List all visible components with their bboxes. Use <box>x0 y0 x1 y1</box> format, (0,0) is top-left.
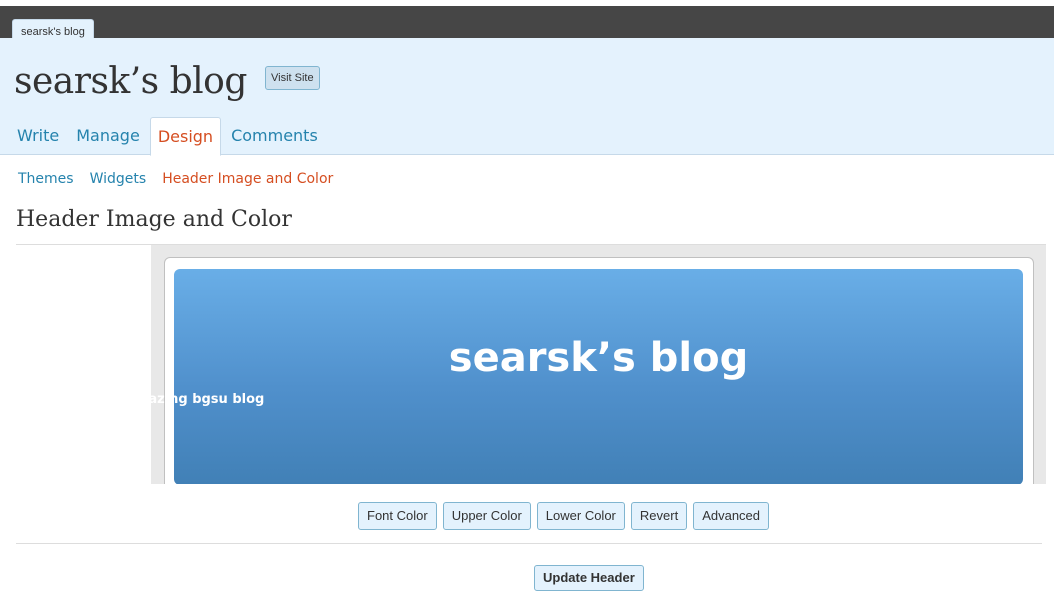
upper-color-button[interactable]: Upper Color <box>442 502 531 530</box>
color-buttons: Font Color Upper Color Lower Color Rever… <box>358 502 775 530</box>
header-preview-area: searsk’s blog amazing bgsu blog <box>16 244 1046 484</box>
site-title: searsk’s blog <box>14 61 247 102</box>
revert-button[interactable]: Revert <box>630 502 688 530</box>
design-subnav: Themes Widgets Header Image and Color <box>18 171 349 187</box>
subnav-header-image-and-color[interactable]: Header Image and Color <box>162 171 333 187</box>
header-preview: searsk’s blog <box>174 269 1023 484</box>
preview-tagline: amazing bgsu blog <box>126 392 265 407</box>
divider <box>16 543 1042 544</box>
main-nav-tabs: Write Manage Design Comments <box>10 117 328 156</box>
visit-site-button[interactable]: Visit Site <box>265 66 320 90</box>
update-header-button[interactable]: Update Header <box>534 565 644 591</box>
preview-blog-name: searsk’s blog <box>448 335 749 381</box>
font-color-button[interactable]: Font Color <box>358 502 437 530</box>
tab-manage[interactable]: Manage <box>69 117 147 155</box>
admin-header: searsk’s blog Visit Site Write Manage De… <box>0 38 1054 156</box>
subnav-themes[interactable]: Themes <box>18 171 74 187</box>
browser-top-bar: searsk's blog <box>0 0 1054 44</box>
lower-color-button[interactable]: Lower Color <box>536 502 625 530</box>
page-title: Header Image and Color <box>16 207 292 232</box>
subnav-widgets[interactable]: Widgets <box>90 171 147 187</box>
tab-comments[interactable]: Comments <box>224 117 325 155</box>
tab-design[interactable]: Design <box>149 117 222 156</box>
tab-write[interactable]: Write <box>10 117 66 155</box>
advanced-button[interactable]: Advanced <box>693 502 770 530</box>
